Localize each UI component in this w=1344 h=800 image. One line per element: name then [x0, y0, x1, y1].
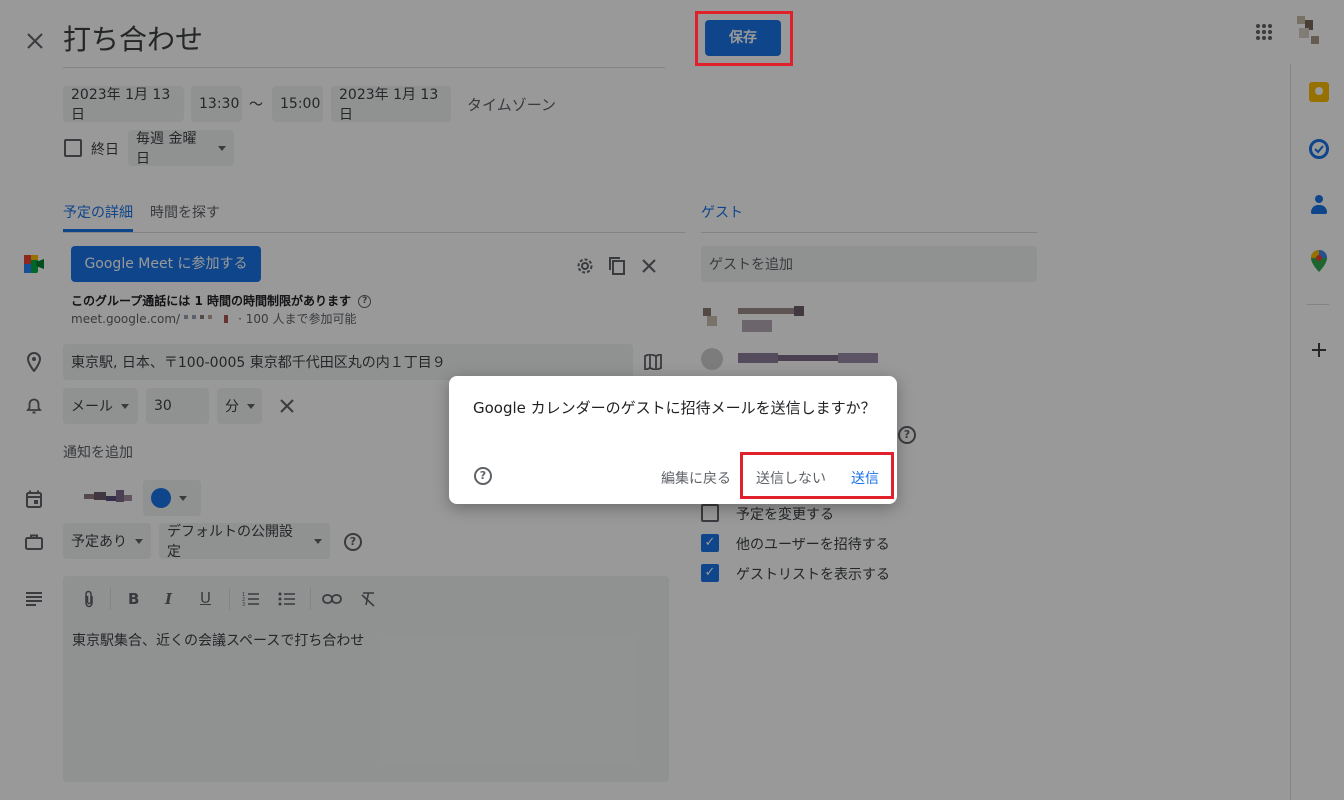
save-highlight-box — [695, 11, 793, 66]
send-invite-dialog: Google カレンダーのゲストに招待メールを送信しますか？ ? 編集に戻る 送… — [449, 376, 897, 504]
dialog-message: Google カレンダーのゲストに招待メールを送信しますか？ — [473, 399, 876, 417]
back-to-edit-button[interactable]: 編集に戻る — [661, 468, 731, 488]
dialog-help-icon[interactable]: ? — [474, 467, 492, 485]
send-options-highlight-box — [740, 452, 894, 499]
